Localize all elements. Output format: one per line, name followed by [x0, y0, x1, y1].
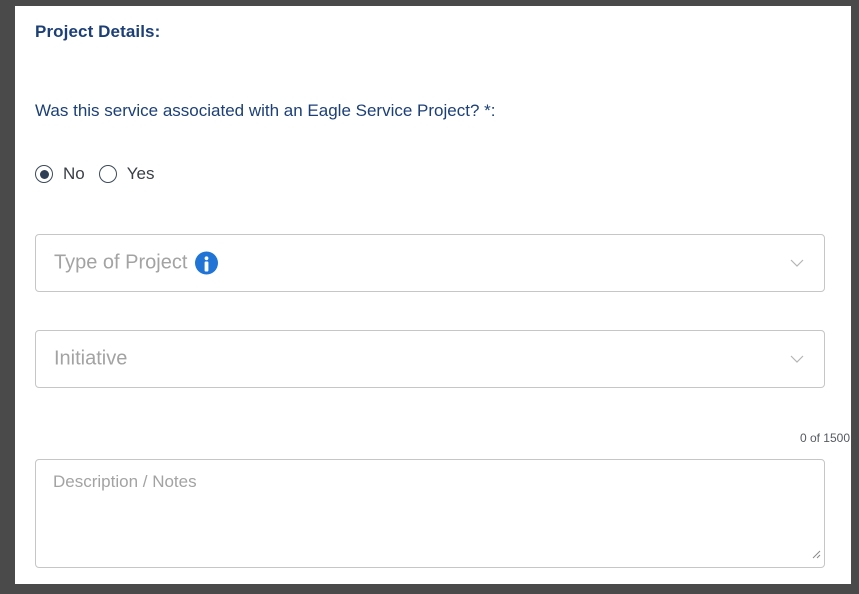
type-of-project-select[interactable]: Type of Project [35, 234, 825, 292]
project-details-panel: Project Details: Was this service associ… [0, 0, 859, 594]
resize-handle-icon[interactable] [811, 546, 821, 564]
radio-option-no[interactable]: No [35, 164, 85, 184]
radio-label-no: No [63, 164, 85, 183]
type-of-project-placeholder-wrap: Type of Project [54, 251, 219, 275]
radio-button-yes[interactable] [98, 165, 117, 183]
type-of-project-placeholder: Type of Project [54, 251, 188, 274]
radio-label-yes: Yes [126, 164, 155, 183]
initiative-select[interactable]: Initiative [35, 330, 825, 388]
radio-button-no[interactable] [35, 165, 53, 183]
info-icon[interactable] [195, 251, 219, 275]
eagle-project-question: Was this service associated with an Eagl… [35, 101, 496, 120]
radio-option-yes[interactable]: Yes [98, 164, 155, 184]
chevron-down-icon[interactable] [790, 350, 804, 368]
radio-selected-dot [39, 169, 49, 179]
description-notes-textarea[interactable]: Description / Notes [35, 459, 825, 568]
description-placeholder: Description / Notes [53, 472, 197, 491]
initiative-placeholder: Initiative [54, 347, 128, 370]
section-title: Project Details: [35, 22, 161, 41]
chevron-down-icon[interactable] [790, 254, 804, 272]
eagle-project-radio-group: No Yes [35, 164, 168, 184]
character-counter: 0 of 1500 [799, 431, 850, 445]
